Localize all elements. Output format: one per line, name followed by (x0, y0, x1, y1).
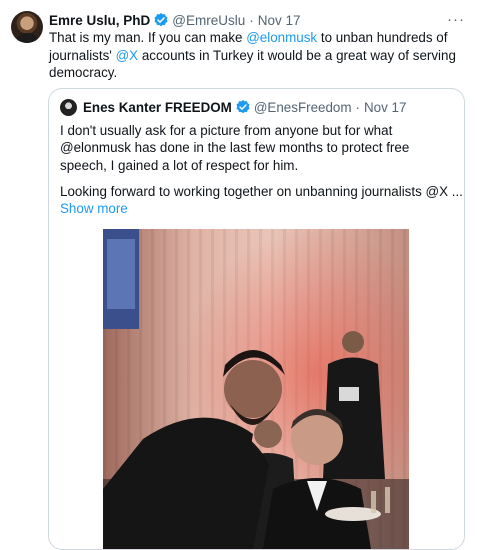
author-name[interactable]: Emre Uslu, PhD (49, 13, 150, 28)
quote-author-avatar[interactable] (60, 98, 77, 116)
tweet-header: Emre Uslu, PhD @EmreUslu · Nov 17 (49, 11, 301, 29)
tweet: Emre Uslu, PhD @EmreUslu · Nov 17 ··· Th… (0, 0, 477, 550)
quote-date[interactable]: Nov 17 (364, 100, 406, 115)
separator-dot: · (355, 99, 360, 115)
show-more-link[interactable]: Show more (60, 201, 128, 216)
tweet-date[interactable]: Nov 17 (258, 13, 301, 28)
quote-text-paragraph-2: Looking forward to working together on u… (60, 184, 463, 199)
quoted-tweet-photo[interactable] (103, 229, 409, 549)
separator-dot: · (249, 12, 254, 28)
author-avatar[interactable] (11, 11, 43, 43)
mention-elonmusk[interactable]: @elonmusk (246, 30, 317, 45)
tweet-text-part-1: That is my man. If you can make (49, 30, 247, 45)
quote-author-handle[interactable]: @EnesFreedom (254, 100, 352, 115)
author-handle[interactable]: @EmreUslu (172, 13, 245, 28)
mention-x[interactable]: @X (116, 48, 139, 63)
quoted-tweet[interactable]: Enes Kanter FREEDOM @EnesFreedom · Nov 1… (48, 88, 465, 550)
tweet-text: That is my man. If you can make @elonmus… (49, 29, 464, 82)
more-options-icon[interactable]: ··· (445, 10, 467, 28)
verified-badge-icon (153, 12, 169, 28)
quote-author-name[interactable]: Enes Kanter FREEDOM (83, 100, 232, 115)
quote-text-paragraph-1: I don't usually ask for a picture from a… (60, 123, 410, 173)
quote-header: Enes Kanter FREEDOM @EnesFreedom · Nov 1… (60, 98, 406, 116)
verified-badge-icon (235, 99, 251, 115)
